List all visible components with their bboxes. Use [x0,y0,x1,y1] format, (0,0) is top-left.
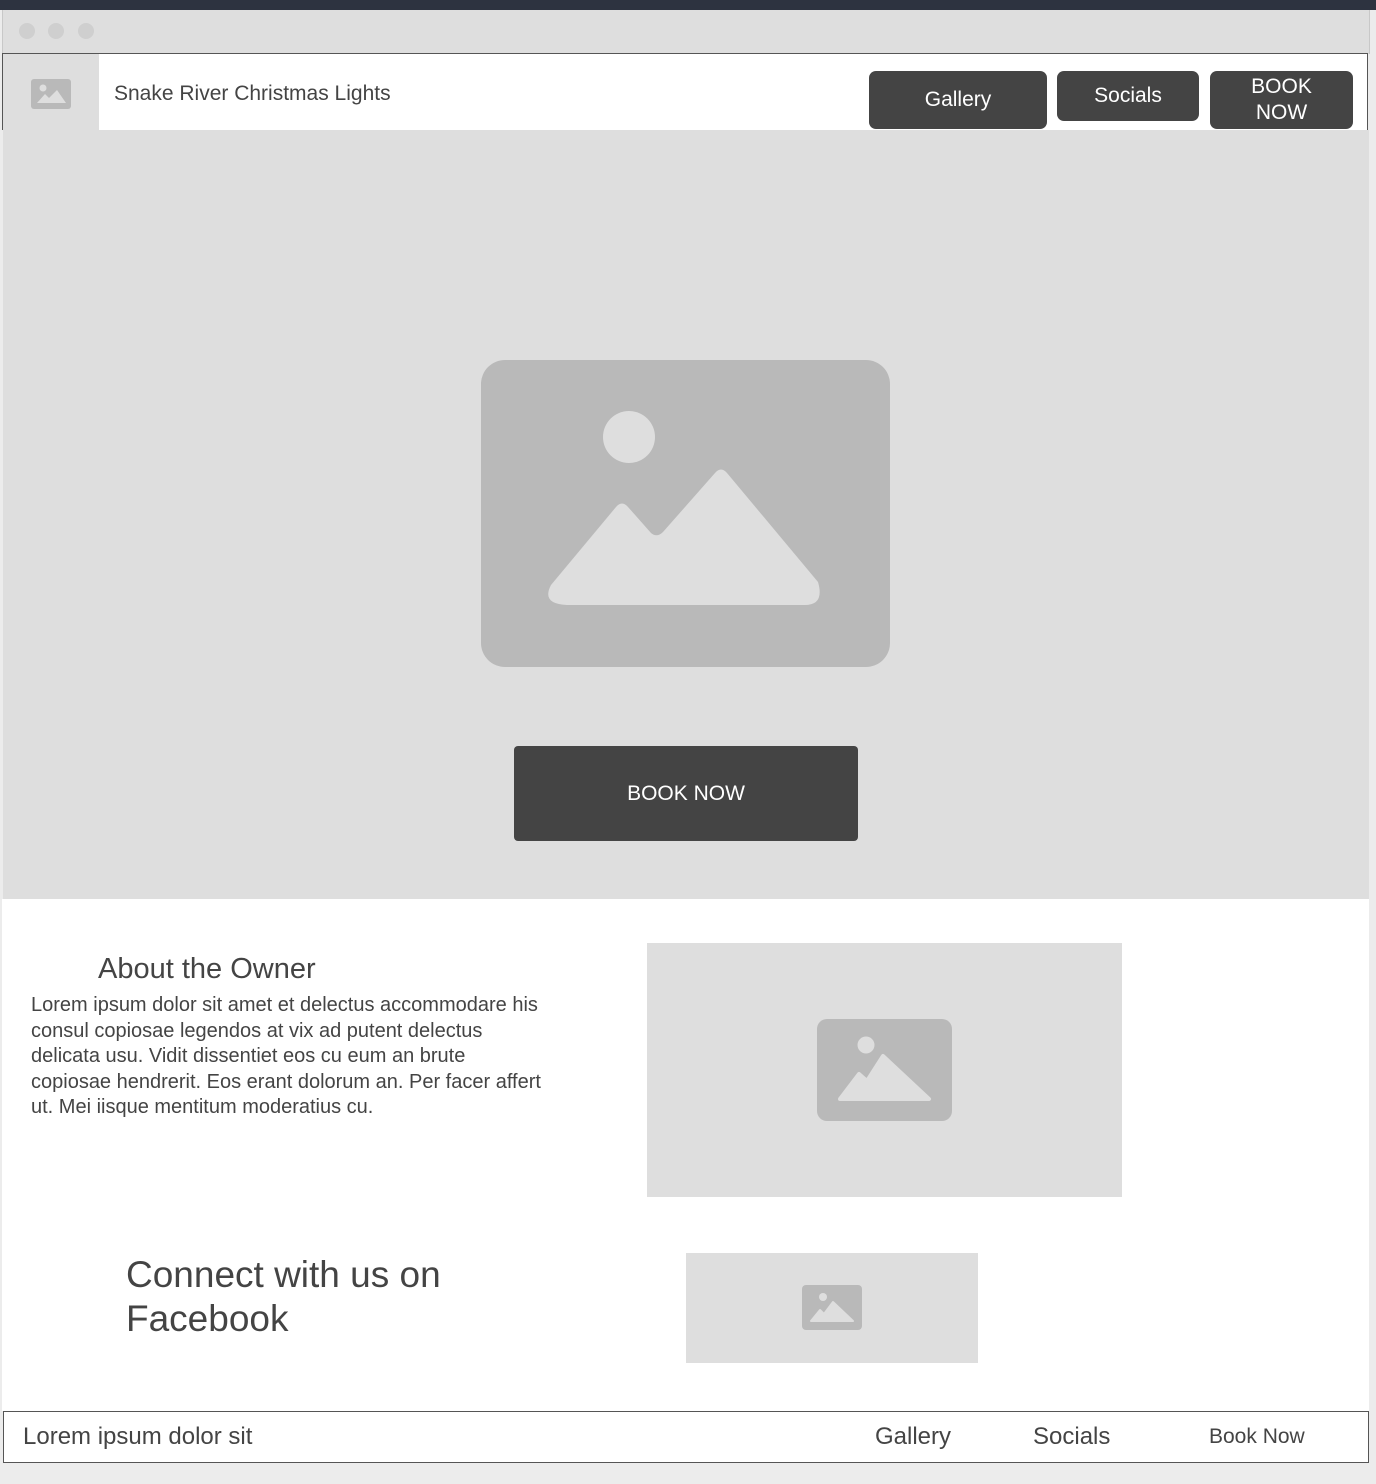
connect-facebook-title: Connect with us on Facebook [126,1254,441,1339]
image-placeholder-icon [548,411,820,606]
nav-socials-button[interactable]: Socials [1057,71,1199,121]
window-minimize-dot[interactable] [48,23,64,39]
window-close-dot[interactable] [19,23,35,39]
window-maximize-dot[interactable] [78,23,94,39]
window-chrome [2,10,1370,54]
logo-placeholder[interactable] [3,54,99,131]
image-placeholder-icon [802,1285,862,1330]
nav-book-now-button[interactable]: BOOK NOW [1210,71,1353,129]
hero-section: BOOK NOW [3,130,1369,899]
top-navigation: Snake River Christmas Lights Gallery Soc… [2,53,1368,131]
nav-gallery-button[interactable]: Gallery [869,71,1047,129]
facebook-image-placeholder[interactable] [686,1253,978,1363]
site-title[interactable]: Snake River Christmas Lights [114,82,391,106]
browser-top-strip [0,0,1376,10]
main-content: About the Owner Lorem ipsum dolor sit am… [2,899,1369,1411]
footer-gallery-link[interactable]: Gallery [875,1423,951,1451]
about-text: Lorem ipsum dolor sit amet et delectus a… [31,994,541,1119]
footer-text: Lorem ipsum dolor sit [23,1423,253,1450]
hero-book-now-button[interactable]: BOOK NOW [514,746,858,841]
about-title: About the Owner [98,953,316,985]
footer: Lorem ipsum dolor sit Gallery Socials Bo… [3,1411,1369,1463]
image-placeholder-icon [817,1019,952,1121]
image-placeholder-icon [31,79,71,109]
about-image-placeholder [647,943,1122,1197]
hero-image-placeholder [481,360,890,667]
footer-socials-link[interactable]: Socials [1033,1423,1110,1451]
footer-book-now-link[interactable]: Book Now [1209,1425,1305,1449]
